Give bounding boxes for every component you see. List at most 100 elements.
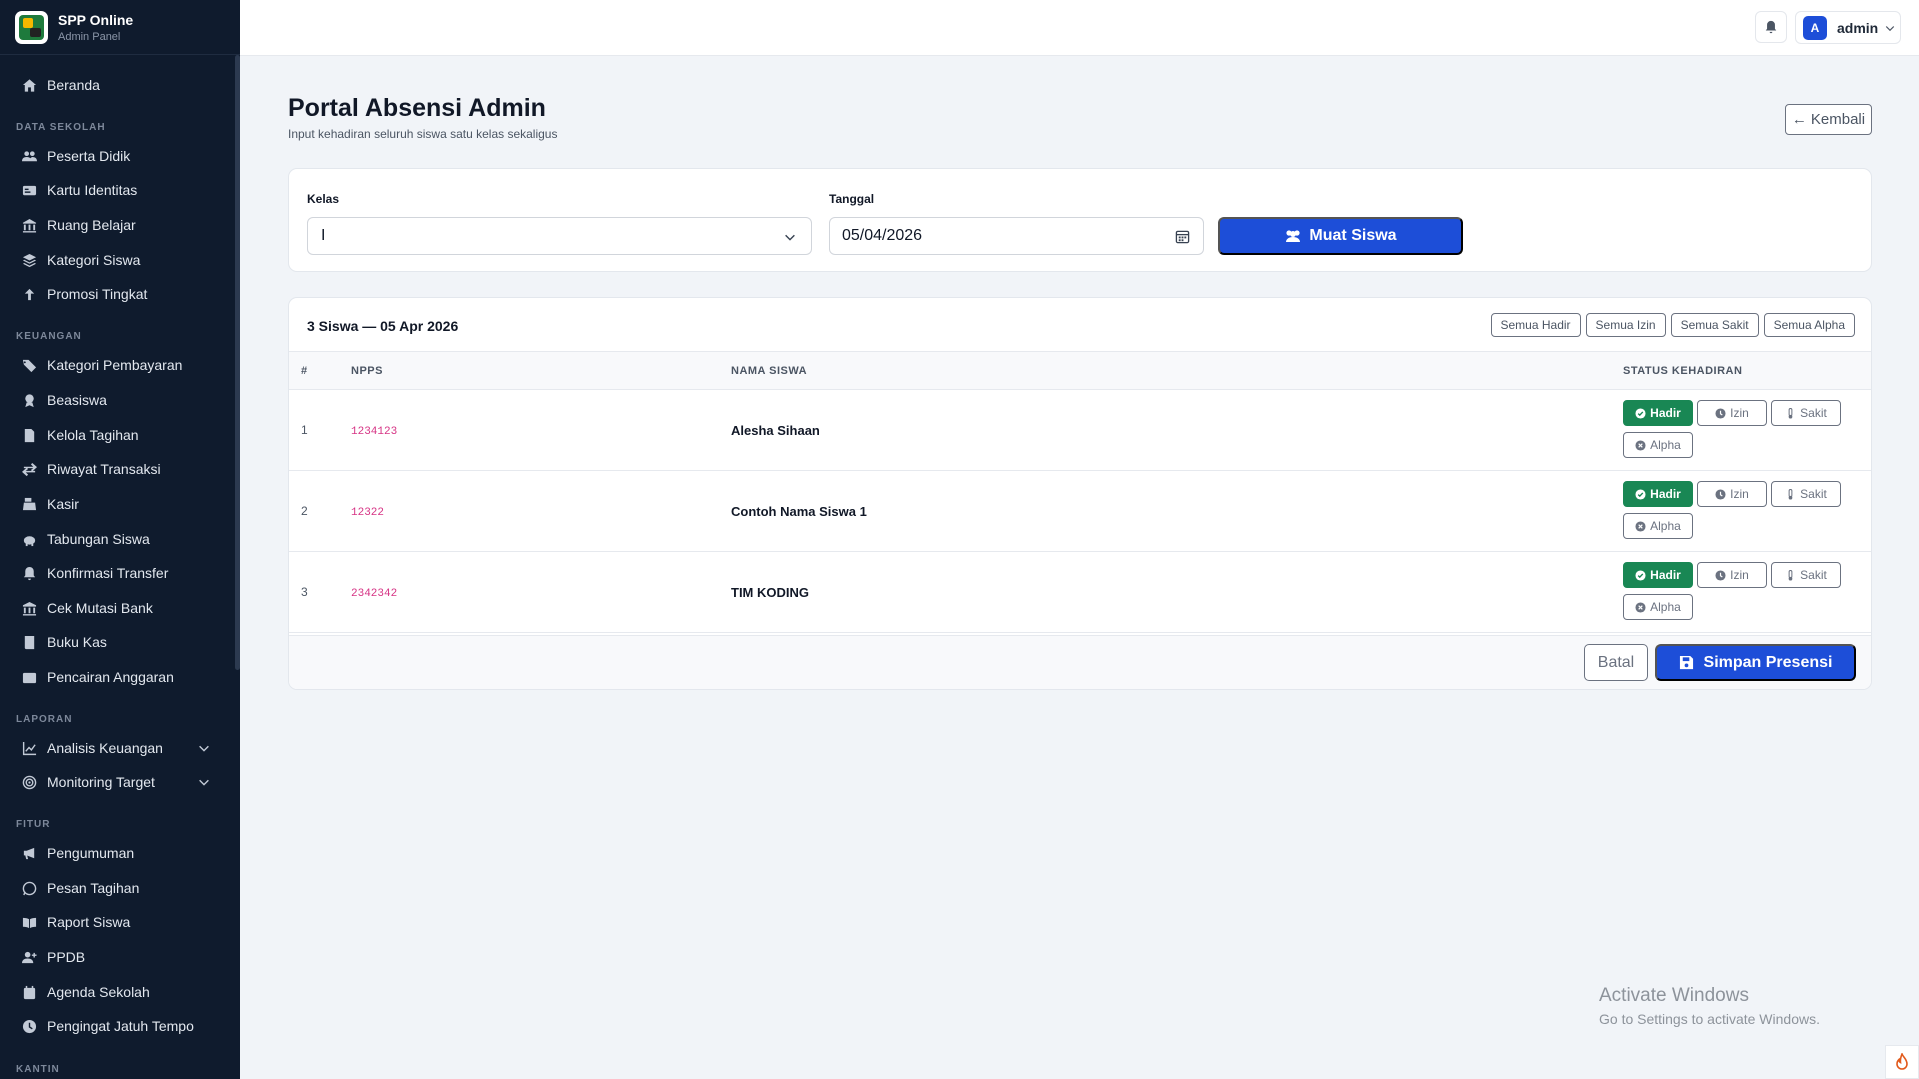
thermometer-icon (1785, 407, 1796, 419)
batal-button[interactable]: Batal (1584, 644, 1648, 681)
sidebar-item-label: Ruang Belajar (47, 217, 136, 233)
semua-hadir-button[interactable]: Semua Hadir (1490, 313, 1581, 337)
table-row: 1 1234123 Alesha Sihaan Hadir Izin Sakit… (289, 390, 1871, 471)
status-label: Sakit (1800, 406, 1827, 420)
sidebar-item-agenda-sekolah[interactable]: Agenda Sekolah (0, 977, 235, 1007)
sidebar-item-label: Kategori Pembayaran (47, 357, 183, 373)
status-sakit-button[interactable]: Sakit (1771, 562, 1841, 588)
status-alpha-button[interactable]: Alpha (1623, 432, 1693, 458)
whatsapp-icon (21, 880, 37, 896)
calendar-icon (21, 984, 37, 1000)
sidebar-item-konfirmasi-transfer[interactable]: Konfirmasi Transfer (0, 558, 235, 588)
simpan-presensi-button[interactable]: Simpan Presensi (1655, 644, 1856, 681)
sidebar-item-kategori-siswa[interactable]: Kategori Siswa (0, 245, 235, 275)
sidebar-item-ppdb[interactable]: PPDB (0, 942, 235, 972)
sidebar-item-buku-kas[interactable]: Buku Kas (0, 627, 235, 657)
cash-register-icon (21, 496, 37, 512)
semua-alpha-button[interactable]: Semua Alpha (1763, 313, 1855, 337)
windows-activation-title: Activate Windows (1599, 985, 1749, 1006)
id-card-icon (21, 182, 37, 198)
sidebar-item-peserta-didik[interactable]: Peserta Didik (0, 141, 235, 171)
kelas-select[interactable]: I (307, 217, 812, 255)
attendance-card: 3 Siswa — 05 Apr 2026 Semua Hadir Semua … (288, 297, 1872, 690)
sidebar-item-label: Kartu Identitas (47, 182, 138, 198)
page-subtitle: Input kehadiran seluruh siswa satu kelas… (288, 127, 558, 141)
sidebar-item-monitoring-target[interactable]: Monitoring Target (0, 767, 235, 797)
sidebar-item-kasir[interactable]: Kasir (0, 489, 235, 519)
sidebar-item-label: Konfirmasi Transfer (47, 565, 169, 581)
chevron-down-icon (199, 779, 209, 786)
sidebar-item-pengumuman[interactable]: Pengumuman (0, 838, 235, 868)
sidebar-item-label: Promosi Tingkat (47, 286, 148, 302)
bulk-actions: Semua Hadir Semua Izin Semua Sakit Semua… (1490, 313, 1855, 337)
status-alpha-button[interactable]: Alpha (1623, 513, 1693, 539)
status-label: Sakit (1800, 568, 1827, 582)
muat-siswa-button[interactable]: Muat Siswa (1218, 217, 1463, 255)
user-plus-icon (21, 949, 37, 965)
chart-line-icon (21, 740, 37, 756)
wallet-icon (21, 669, 37, 685)
row-student-name: Contoh Nama Siswa 1 (731, 504, 867, 519)
row-student-name: TIM KODING (731, 585, 809, 600)
status-izin-button[interactable]: Izin (1697, 400, 1767, 426)
sidebar-item-tabungan-siswa[interactable]: Tabungan Siswa (0, 524, 235, 554)
sidebar-item-promosi-tingkat[interactable]: Promosi Tingkat (0, 279, 235, 309)
sidebar-item-kartu-identitas[interactable]: Kartu Identitas (0, 175, 235, 205)
tanggal-label: Tanggal (829, 192, 875, 206)
sidebar-item-pesan-tagihan[interactable]: Pesan Tagihan (0, 873, 235, 903)
sidebar-item-analisis-keuangan[interactable]: Analisis Keuangan (0, 733, 235, 763)
table-row: 3 2342342 TIM KODING Hadir Izin Sakit Al… (289, 552, 1871, 633)
sidebar-item-kelola-tagihan[interactable]: Kelola Tagihan (0, 420, 235, 450)
exchange-icon (21, 461, 37, 477)
semua-sakit-button[interactable]: Semua Sakit (1670, 313, 1759, 337)
sidebar-item-label: Kelola Tagihan (47, 427, 139, 443)
sidebar-item-cek-mutasi-bank[interactable]: Cek Mutasi Bank (0, 593, 235, 623)
status-label: Hadir (1650, 406, 1681, 420)
sidebar-item-label: Peserta Didik (47, 148, 131, 164)
sidebar-item-beasiswa[interactable]: Beasiswa (0, 385, 235, 415)
status-izin-button[interactable]: Izin (1697, 562, 1767, 588)
bank-icon (21, 600, 37, 616)
sidebar-item-beranda[interactable]: Beranda (0, 70, 235, 100)
section-fitur: FITUR (16, 819, 51, 830)
sidebar-item-ruang-belajar[interactable]: Ruang Belajar (0, 210, 235, 240)
table-header: # NPPS NAMA SISWA STATUS KEHADIRAN (289, 351, 1871, 390)
sidebar-item-pencairan-anggaran[interactable]: Pencairan Anggaran (0, 662, 235, 692)
avatar: A (1803, 15, 1827, 40)
school-icon (21, 217, 37, 233)
sidebar-item-riwayat-transaksi[interactable]: Riwayat Transaksi (0, 454, 235, 484)
status-label: Alpha (1650, 600, 1681, 614)
status-izin-button[interactable]: Izin (1697, 481, 1767, 507)
user-menu-button[interactable]: A admin (1795, 11, 1901, 44)
clock-icon (1715, 569, 1726, 581)
sidebar-item-raport-siswa[interactable]: Raport Siswa (0, 907, 235, 937)
row-npps: 1234123 (351, 426, 398, 438)
sidebar-item-pengingat-jatuh-tempo[interactable]: Pengingat Jatuh Tempo (0, 1011, 235, 1041)
status-hadir-button[interactable]: Hadir (1623, 562, 1693, 588)
table-row: 2 12322 Contoh Nama Siswa 1 Hadir Izin S… (289, 471, 1871, 552)
brand[interactable]: SPP Online Admin Panel (0, 0, 240, 55)
book-open-icon (21, 914, 37, 930)
status-hadir-button[interactable]: Hadir (1623, 400, 1693, 426)
status-hadir-button[interactable]: Hadir (1623, 481, 1693, 507)
row-npps: 12322 (351, 507, 385, 519)
x-circle-icon (1635, 439, 1646, 451)
status-alpha-button[interactable]: Alpha (1623, 594, 1693, 620)
status-sakit-button[interactable]: Sakit (1771, 481, 1841, 507)
section-keuangan: KEUANGAN (16, 331, 82, 342)
status-sakit-button[interactable]: Sakit (1771, 400, 1841, 426)
header-num: # (301, 365, 308, 377)
tanggal-input[interactable]: 05/04/2026 (829, 217, 1204, 255)
sidebar-item-kategori-pembayaran[interactable]: Kategori Pembayaran (0, 350, 235, 380)
floating-flame-button[interactable] (1885, 1045, 1919, 1079)
calendar-icon[interactable] (1175, 229, 1190, 244)
row-number: 1 (301, 423, 308, 437)
sidebar-item-label: Beranda (47, 77, 100, 93)
semua-izin-button[interactable]: Semua Izin (1585, 313, 1666, 337)
sidebar-scrollbar[interactable] (235, 55, 240, 670)
status-label: Alpha (1650, 438, 1681, 452)
notification-button[interactable] (1755, 11, 1787, 43)
users-icon (1284, 228, 1302, 244)
status-label: Hadir (1650, 568, 1681, 582)
back-button[interactable]: ← Kembali (1785, 104, 1872, 135)
